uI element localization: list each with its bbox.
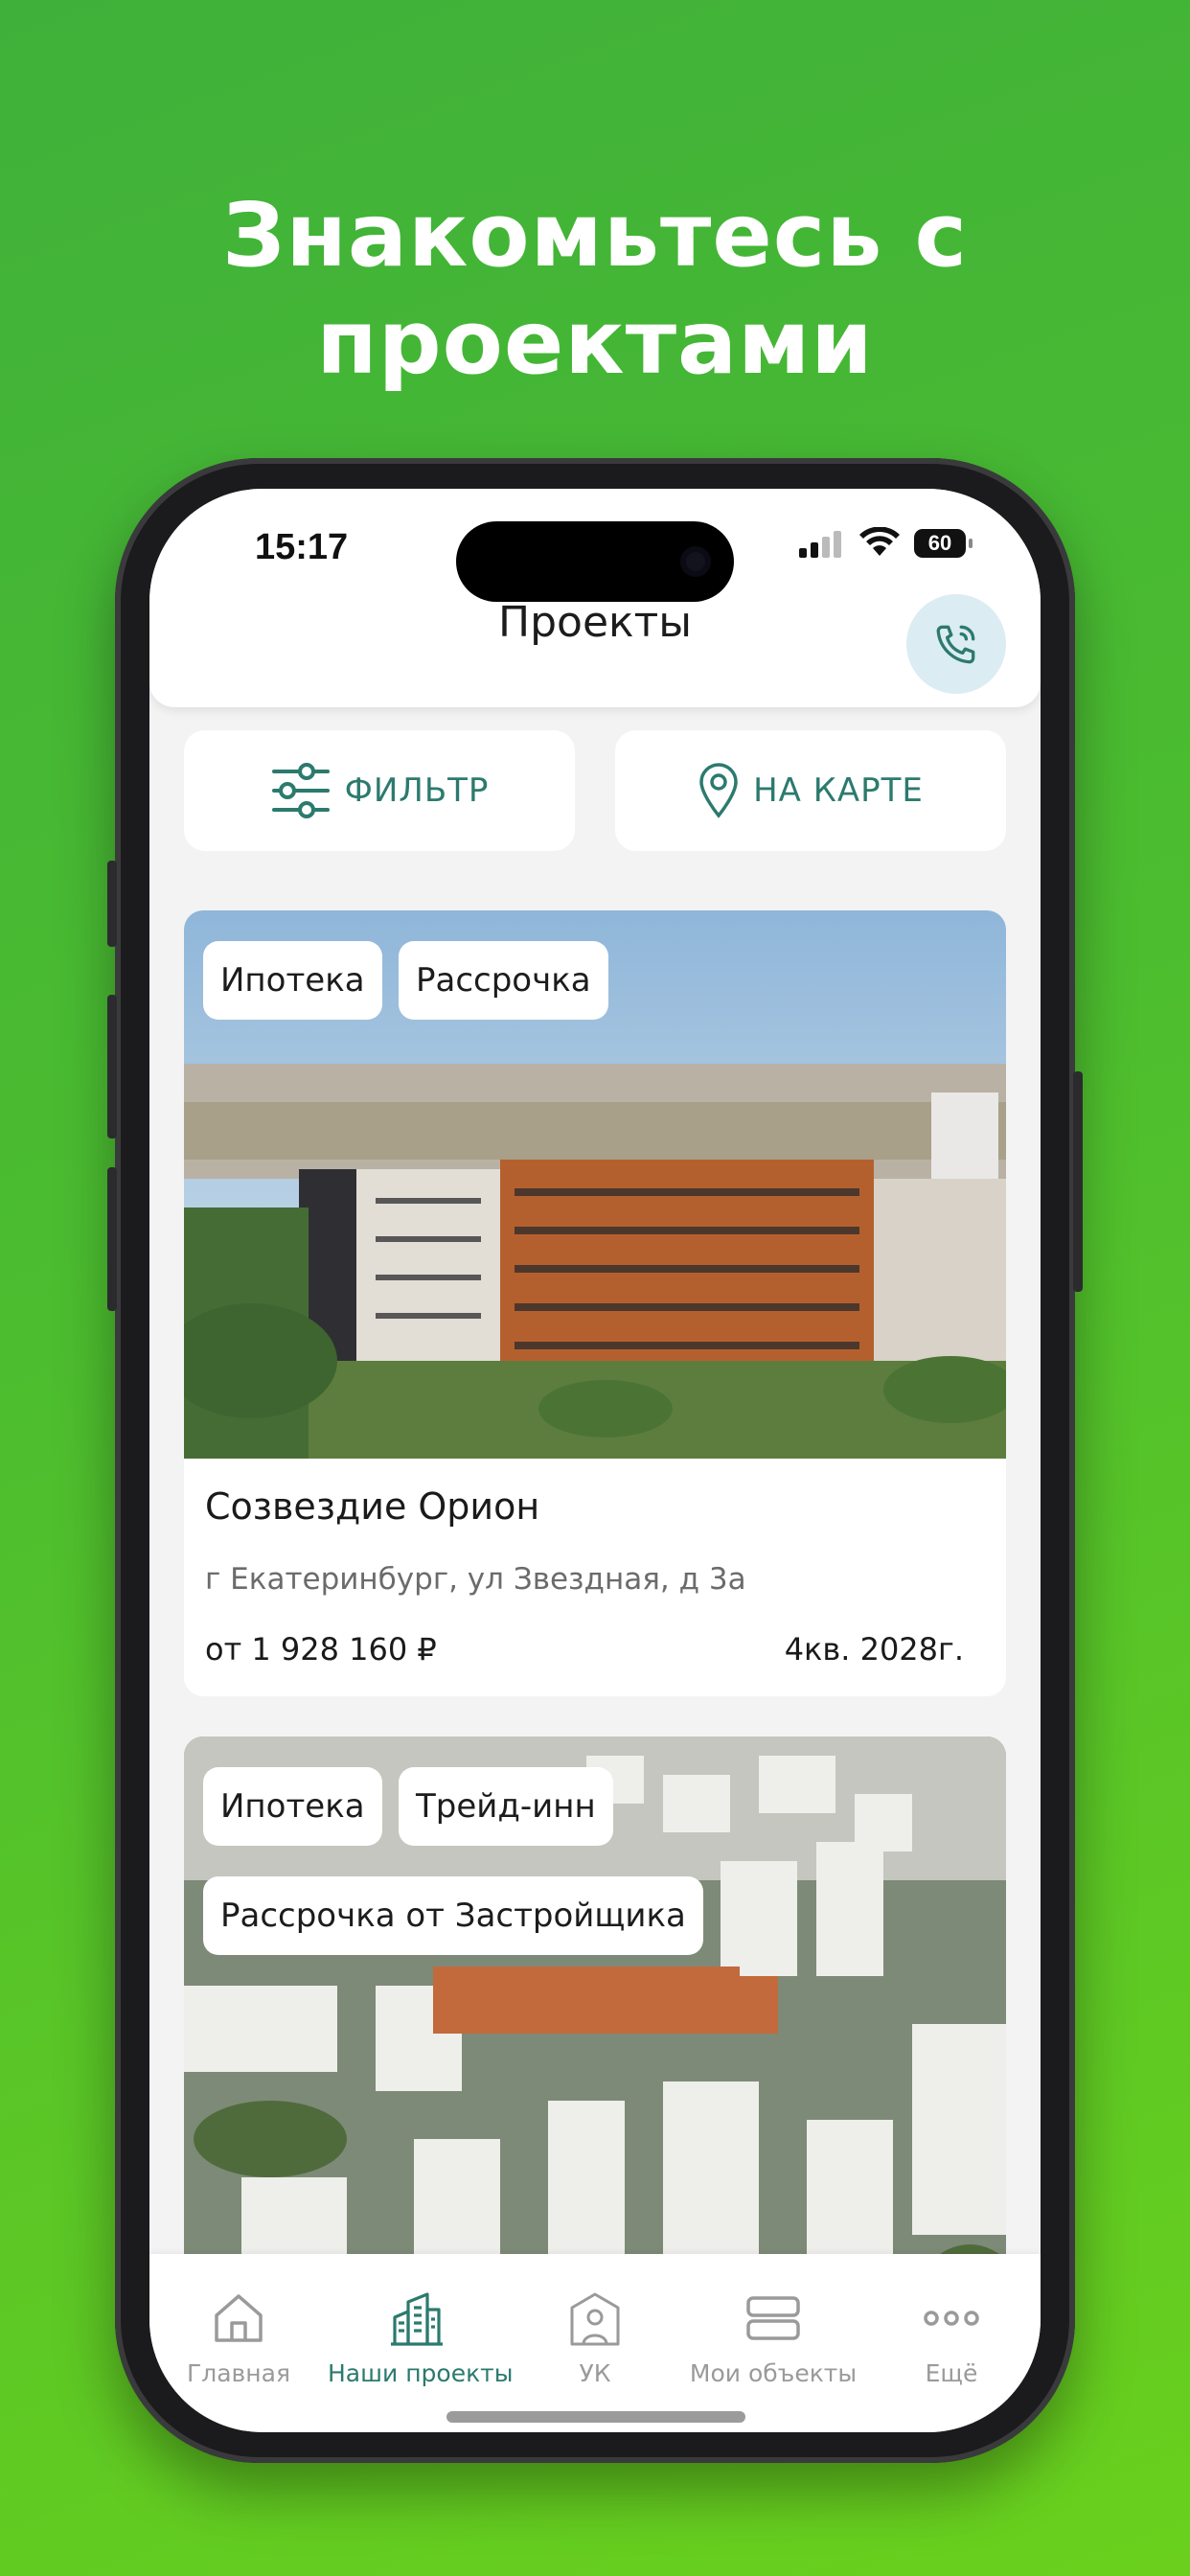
tag-trade-in: Трейд-инн [399,1767,613,1846]
tab-home[interactable]: Главная [149,2288,328,2387]
tab-projects[interactable]: Наши проекты [328,2288,514,2387]
camera-icon [680,546,711,577]
dynamic-island [456,521,734,602]
promo-headline: Знакомьтесь с проектами [0,182,1190,397]
tab-management-label: УК [579,2359,611,2387]
phone-frame: Проекты 15:17 60 ФИЛЬТР НА КАРТЕ Ипотека… [107,458,1083,2463]
project-price: от 1 928 160 ₽ [205,1631,437,1668]
project-card[interactable]: Ипотека Рассрочка Созвездие Орион г Екат… [184,910,1006,1696]
project-title: Созвездие Орион [205,1485,540,1528]
tab-management[interactable]: УК [506,2288,684,2387]
manager-building-icon [570,2292,620,2346]
filter-button[interactable]: ФИЛЬТР [184,730,575,851]
buildings-icon [391,2292,443,2346]
battery-indicator: 60 [914,529,973,558]
promo-line-2: проектами [316,291,874,394]
filter-label: ФИЛЬТР [344,771,490,810]
wifi-icon [859,527,900,556]
tab-more[interactable]: Ещё [862,2288,1041,2387]
phone-call-icon [936,625,975,664]
promo-line-1: Знакомьтесь с [221,184,969,287]
volume-up-button [107,995,117,1138]
tab-more-label: Ещё [925,2359,978,2387]
map-button[interactable]: НА КАРТЕ [615,730,1006,851]
tag-mortgage: Ипотека [203,941,382,1020]
project-address: г Екатеринбург, ул Звездная, д 3а [205,1562,746,1597]
silent-switch [107,861,117,947]
tab-home-label: Главная [187,2359,290,2387]
map-pin-icon [699,763,738,818]
tag-developer-installment: Рассрочка от Застройщика [203,1876,703,1955]
project-deadline: 4кв. 2028г. [784,1631,964,1668]
tag-installment: Рассрочка [399,941,608,1020]
cellular-signal-icon [799,531,841,558]
action-buttons: ФИЛЬТР НА КАРТЕ [184,730,1006,851]
more-icon [924,2311,979,2326]
status-time: 15:17 [255,527,349,567]
tab-projects-label: Наши проекты [328,2359,514,2387]
volume-down-button [107,1167,117,1311]
stack-icon [746,2296,800,2340]
tab-bar: Главная Наши проекты УК Мои объекты Ещё [149,2254,1041,2432]
power-button [1073,1071,1083,1292]
call-button[interactable] [906,594,1006,694]
home-icon [215,2294,263,2342]
tab-my-objects-label: Мои объекты [689,2359,858,2387]
app-screen: Проекты 15:17 60 ФИЛЬТР НА КАРТЕ Ипотека… [149,489,1041,2432]
tab-my-objects[interactable]: Мои объекты [684,2288,862,2387]
tag-mortgage: Ипотека [203,1767,382,1846]
filter-sliders-icon [271,763,330,818]
home-indicator[interactable] [446,2411,745,2423]
map-label: НА КАРТЕ [753,771,924,810]
